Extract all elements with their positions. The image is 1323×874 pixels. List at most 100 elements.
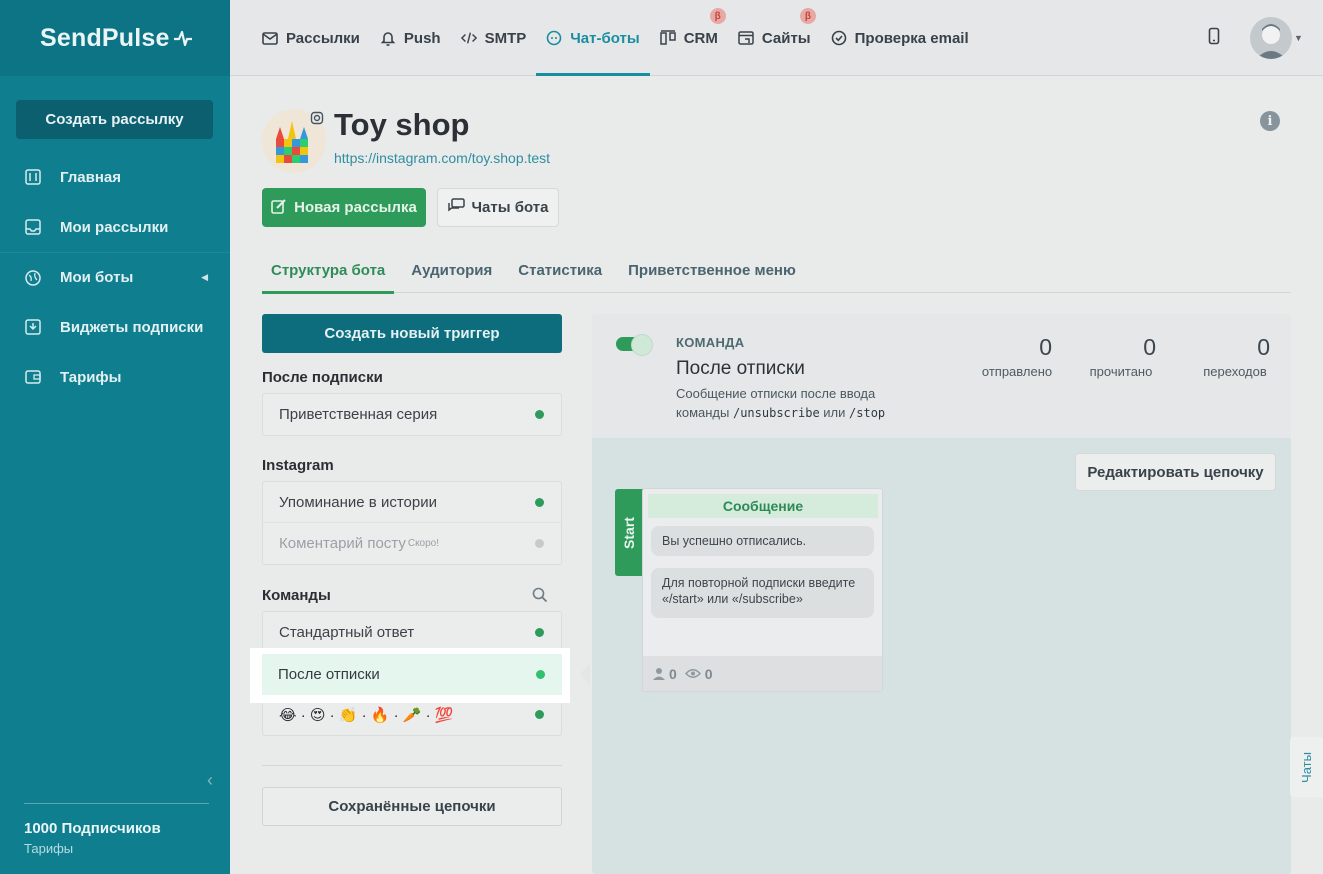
mail-icon <box>262 30 278 46</box>
status-dot <box>535 410 544 419</box>
trigger-list-instagram: Упоминание в истории Коментарий посту Ск… <box>262 481 562 565</box>
trigger-label: Упоминание в истории <box>279 493 437 511</box>
edit-chain-button[interactable]: Редактировать цепочку <box>1075 453 1276 491</box>
brand-logo[interactable]: SendPulse <box>0 0 230 76</box>
selection-pointer <box>580 663 590 685</box>
tab-label: Сайты <box>761 29 811 47</box>
section-commands: Команды <box>262 587 331 604</box>
sliders-icon <box>24 168 42 186</box>
trigger-label: Стандартный ответ <box>279 623 415 641</box>
button-label: Чаты бота <box>471 199 549 216</box>
command-code: /stop <box>849 406 886 420</box>
tab-chatbots[interactable]: Чат-боты <box>536 0 651 76</box>
message-node-footer: 0 0 <box>643 656 882 691</box>
tab-label: SMTP <box>484 29 527 47</box>
start-marker: Start <box>615 489 643 576</box>
command-code: /unsubscribe <box>732 406 820 420</box>
code-icon <box>460 30 477 46</box>
trigger-label: 😂 · 😍 · 👏 · 🔥 · 🥕 · 💯 <box>279 706 454 724</box>
bot-subtabs: Структура бота Аудитория Статистика Прив… <box>262 247 1291 294</box>
subscribers-count: 1000 Подписчиков <box>24 820 161 837</box>
chat-bubbles-icon <box>447 198 465 217</box>
stat-read: 0 прочитано <box>1089 334 1156 379</box>
tab-smtp[interactable]: SMTP <box>451 0 537 76</box>
product-tabs: Рассылки Push SMTP Чат-боты CRM β Сайты … <box>252 0 979 76</box>
tab-label: Проверка email <box>854 29 969 47</box>
top-nav-bar: Рассылки Push SMTP Чат-боты CRM β Сайты … <box>230 0 1323 76</box>
sidebar-item-mailings[interactable]: Мои рассылки <box>0 202 230 252</box>
tab-sites[interactable]: Сайты β <box>728 0 821 76</box>
trigger-item: Коментарий посту Скоро! <box>263 523 561 564</box>
user-avatar[interactable] <box>1250 17 1292 59</box>
tab-audience[interactable]: Аудитория <box>402 247 501 293</box>
new-mailing-button[interactable]: Новая рассылка <box>262 188 426 227</box>
status-dot <box>535 628 544 637</box>
tab-mailings[interactable]: Рассылки <box>252 0 370 76</box>
trigger-item[interactable]: Стандартный ответ <box>263 612 561 653</box>
info-icon[interactable]: i <box>1260 111 1280 131</box>
search-icon[interactable] <box>532 587 548 608</box>
eye-icon <box>684 669 701 678</box>
flow-panel: КОМАНДА После отписки Сообщение отписки … <box>592 314 1291 874</box>
message-node[interactable]: Сообщение Вы успешно отписались. Для пов… <box>642 488 883 692</box>
trigger-item[interactable]: Упоминание в истории <box>263 482 561 523</box>
create-trigger-button[interactable]: Создать новый триггер <box>262 314 562 353</box>
trigger-label: Приветственная серия <box>279 406 438 423</box>
create-mailing-button[interactable]: Создать рассылку <box>16 100 213 139</box>
message-bubble: Для повторной подписки введите «/start» … <box>651 568 874 618</box>
tab-crm[interactable]: CRM β <box>650 0 728 76</box>
site-icon <box>738 30 754 46</box>
sidebar-item-main[interactable]: Главная <box>0 152 230 202</box>
chevron-down-icon[interactable]: ▼ <box>1294 33 1303 43</box>
tariffs-link[interactable]: Тарифы <box>24 841 73 856</box>
sidebar-item-tariffs[interactable]: Тарифы <box>0 352 230 402</box>
status-dot <box>535 498 544 507</box>
section-after-subscribe: После подписки <box>262 369 383 386</box>
beta-badge: β <box>799 8 816 24</box>
sidebar-item-widgets[interactable]: Виджеты подписки <box>0 302 230 352</box>
widget-icon <box>24 318 42 336</box>
divider <box>262 765 562 766</box>
chats-side-tab[interactable]: Чаты <box>1290 737 1323 797</box>
command-toggle[interactable] <box>616 334 653 356</box>
sidebar-item-label: Тарифы <box>60 368 122 386</box>
tab-bot-structure[interactable]: Структура бота <box>262 247 395 294</box>
message-bubble: Вы успешно отписались. <box>651 526 874 556</box>
stat-sent: 0 отправлено <box>981 334 1053 379</box>
bot-link[interactable]: https://instagram.com/toy.shop.test <box>334 150 550 166</box>
check-icon <box>831 30 847 46</box>
sidebar-nav: Главная Мои рассылки Мои боты ◀ Виджеты … <box>0 152 230 402</box>
views-count: 0 <box>684 666 713 682</box>
crm-icon <box>659 30 676 46</box>
section-instagram: Instagram <box>262 457 334 474</box>
status-dot <box>536 670 545 679</box>
trigger-item[interactable]: Приветственная серия <box>263 394 561 435</box>
brand-name: SendPulse <box>40 23 170 52</box>
trigger-item-selected[interactable]: После отписки <box>262 654 562 695</box>
tab-label: Push <box>403 29 441 47</box>
wallet-icon <box>24 368 42 386</box>
tab-email-verify[interactable]: Проверка email <box>821 0 979 76</box>
mobile-icon[interactable] <box>1208 27 1220 50</box>
stat-clicks: 0 переходов <box>1203 334 1270 379</box>
inbox-icon <box>24 218 42 236</box>
edit-icon <box>271 198 287 218</box>
tab-push[interactable]: Push <box>370 0 451 76</box>
tab-statistics[interactable]: Статистика <box>509 247 611 293</box>
bell-icon <box>380 30 396 46</box>
command-name: После отписки <box>676 358 805 379</box>
command-type-label: КОМАНДА <box>676 335 745 350</box>
sidebar-item-label: Виджеты подписки <box>60 318 204 336</box>
beta-badge: β <box>709 8 726 24</box>
chatbot-icon <box>546 30 562 46</box>
user-icon <box>653 668 665 680</box>
saved-chains-button[interactable]: Сохранённые цепочки <box>262 787 562 826</box>
sidebar-item-bots[interactable]: Мои боты ◀ <box>0 252 230 302</box>
main-content: Toy shop https://instagram.com/toy.shop.… <box>230 77 1323 874</box>
instagram-icon <box>310 111 324 125</box>
collapse-sidebar-icon[interactable]: ‹ <box>207 770 213 791</box>
sidebar: SendPulse Создать рассылку Главная Мои р… <box>0 0 230 874</box>
tab-welcome-menu[interactable]: Приветственное меню <box>619 247 805 293</box>
bot-chats-button[interactable]: Чаты бота <box>437 188 559 227</box>
command-description: Сообщение отписки после ввода команды /u… <box>676 386 886 420</box>
